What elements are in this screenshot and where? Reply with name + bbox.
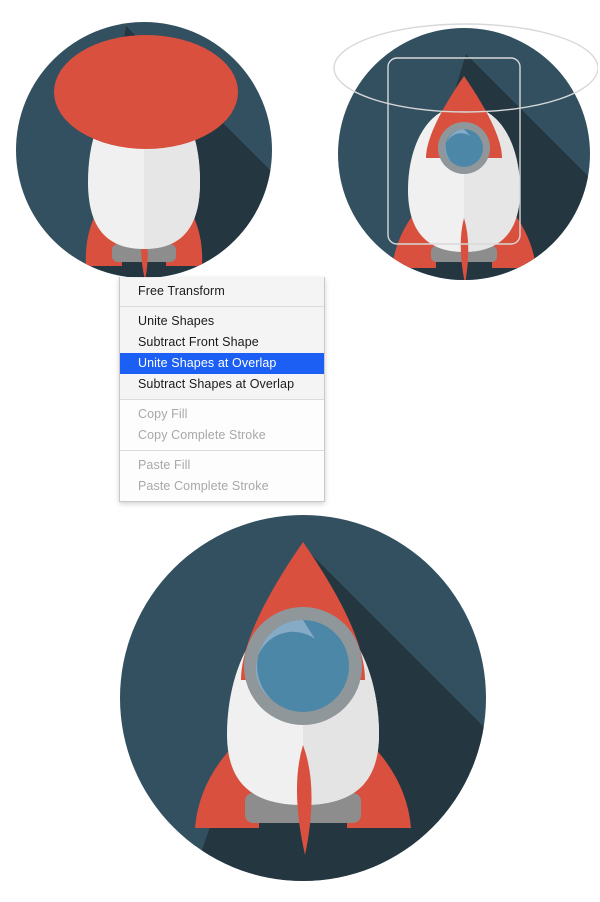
- menu-item-subtract-front-shape[interactable]: Subtract Front Shape: [120, 332, 324, 353]
- illustration-canvas: Free Transform Unite Shapes Subtract Fro…: [0, 0, 600, 902]
- menu-item-free-transform[interactable]: Free Transform: [120, 281, 324, 302]
- rocket-illustration-step-1[interactable]: [14, 18, 274, 280]
- menu-item-paste-fill: Paste Fill: [138, 458, 191, 472]
- menu-group-copy: Copy Fill Copy Complete Stroke: [120, 399, 324, 450]
- porthole-glass: [445, 129, 483, 167]
- nose-ellipse-flat: [54, 35, 238, 149]
- menu-item-unite-shapes[interactable]: Unite Shapes: [120, 311, 324, 332]
- menu-group-shape-ops: Unite Shapes Subtract Front Shape Unite …: [120, 306, 324, 399]
- menu-item-paste-complete-stroke: Paste Complete Stroke: [138, 479, 269, 493]
- rocket-illustration-step-3[interactable]: [115, 510, 491, 890]
- menu-group-transform: Free Transform: [120, 277, 324, 306]
- menu-group-paste: Paste Fill Paste Complete Stroke: [120, 450, 324, 501]
- shape-operations-context-menu[interactable]: Free Transform Unite Shapes Subtract Fro…: [119, 277, 325, 502]
- menu-item-unite-shapes-at-overlap[interactable]: Unite Shapes at Overlap: [120, 353, 324, 374]
- menu-item-subtract-shapes-at-overlap[interactable]: Subtract Shapes at Overlap: [120, 374, 324, 395]
- rocket-illustration-step-2[interactable]: [330, 18, 598, 286]
- menu-item-copy-fill: Copy Fill: [138, 407, 188, 421]
- menu-item-copy-complete-stroke: Copy Complete Stroke: [138, 428, 266, 442]
